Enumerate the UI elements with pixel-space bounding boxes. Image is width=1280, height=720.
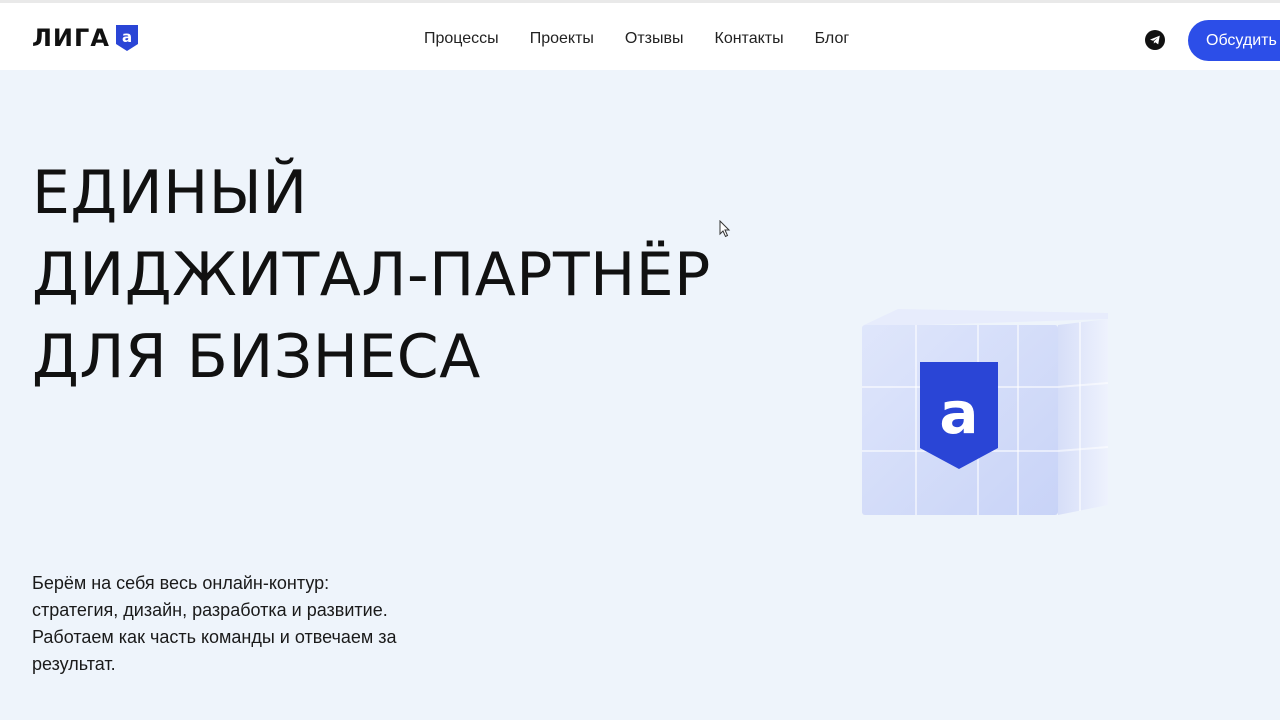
cube-badge-letter: a bbox=[939, 379, 978, 447]
logo-text: ЛИГА bbox=[32, 24, 110, 52]
discuss-button[interactable]: Обсудить bbox=[1188, 20, 1280, 61]
hero-title-line: ДИДЖИТАЛ-ПАРТНЁР bbox=[32, 240, 711, 310]
hero-description-line: результат. bbox=[32, 654, 116, 674]
hero-description: Берём на себя весь онлайн-контур: страте… bbox=[32, 570, 452, 678]
nav-item-processes[interactable]: Процессы bbox=[424, 27, 499, 51]
logo-badge-letter: a bbox=[122, 28, 132, 46]
main-nav: Процессы Проекты Отзывы Контакты Блог bbox=[424, 27, 880, 51]
nav-item-reviews[interactable]: Отзывы bbox=[625, 27, 684, 51]
cube-illustration: a bbox=[862, 309, 1109, 515]
hero-title: ЕДИНЫЙ ДИДЖИТАЛ-ПАРТНЁР ДЛЯ БИЗНЕСА bbox=[32, 152, 711, 398]
telegram-icon[interactable] bbox=[1145, 30, 1165, 50]
nav-item-projects[interactable]: Проекты bbox=[530, 27, 594, 51]
hero-title-line: ДЛЯ БИЗНЕСА bbox=[32, 322, 481, 392]
logo-badge-icon: a bbox=[115, 25, 138, 51]
nav-item-contacts[interactable]: Контакты bbox=[715, 27, 784, 51]
logo-link[interactable]: ЛИГА a bbox=[32, 23, 138, 53]
hero-description-line: Берём на себя весь онлайн-контур: bbox=[32, 573, 330, 593]
hero-description-line: Работаем как часть команды и отвечаем за bbox=[32, 627, 397, 647]
telegram-plane-icon bbox=[1150, 35, 1160, 45]
nav-item-blog[interactable]: Блог bbox=[815, 27, 850, 51]
hero-title-line: ЕДИНЫЙ bbox=[32, 158, 308, 228]
site-header: ЛИГА a Процессы Проекты Отзывы Контакты … bbox=[0, 0, 1280, 70]
mouse-cursor-icon bbox=[719, 220, 731, 238]
page: ЛИГА a Процессы Проекты Отзывы Контакты … bbox=[0, 0, 1280, 720]
hero-description-line: стратегия, дизайн, разработка и развитие… bbox=[32, 600, 388, 620]
